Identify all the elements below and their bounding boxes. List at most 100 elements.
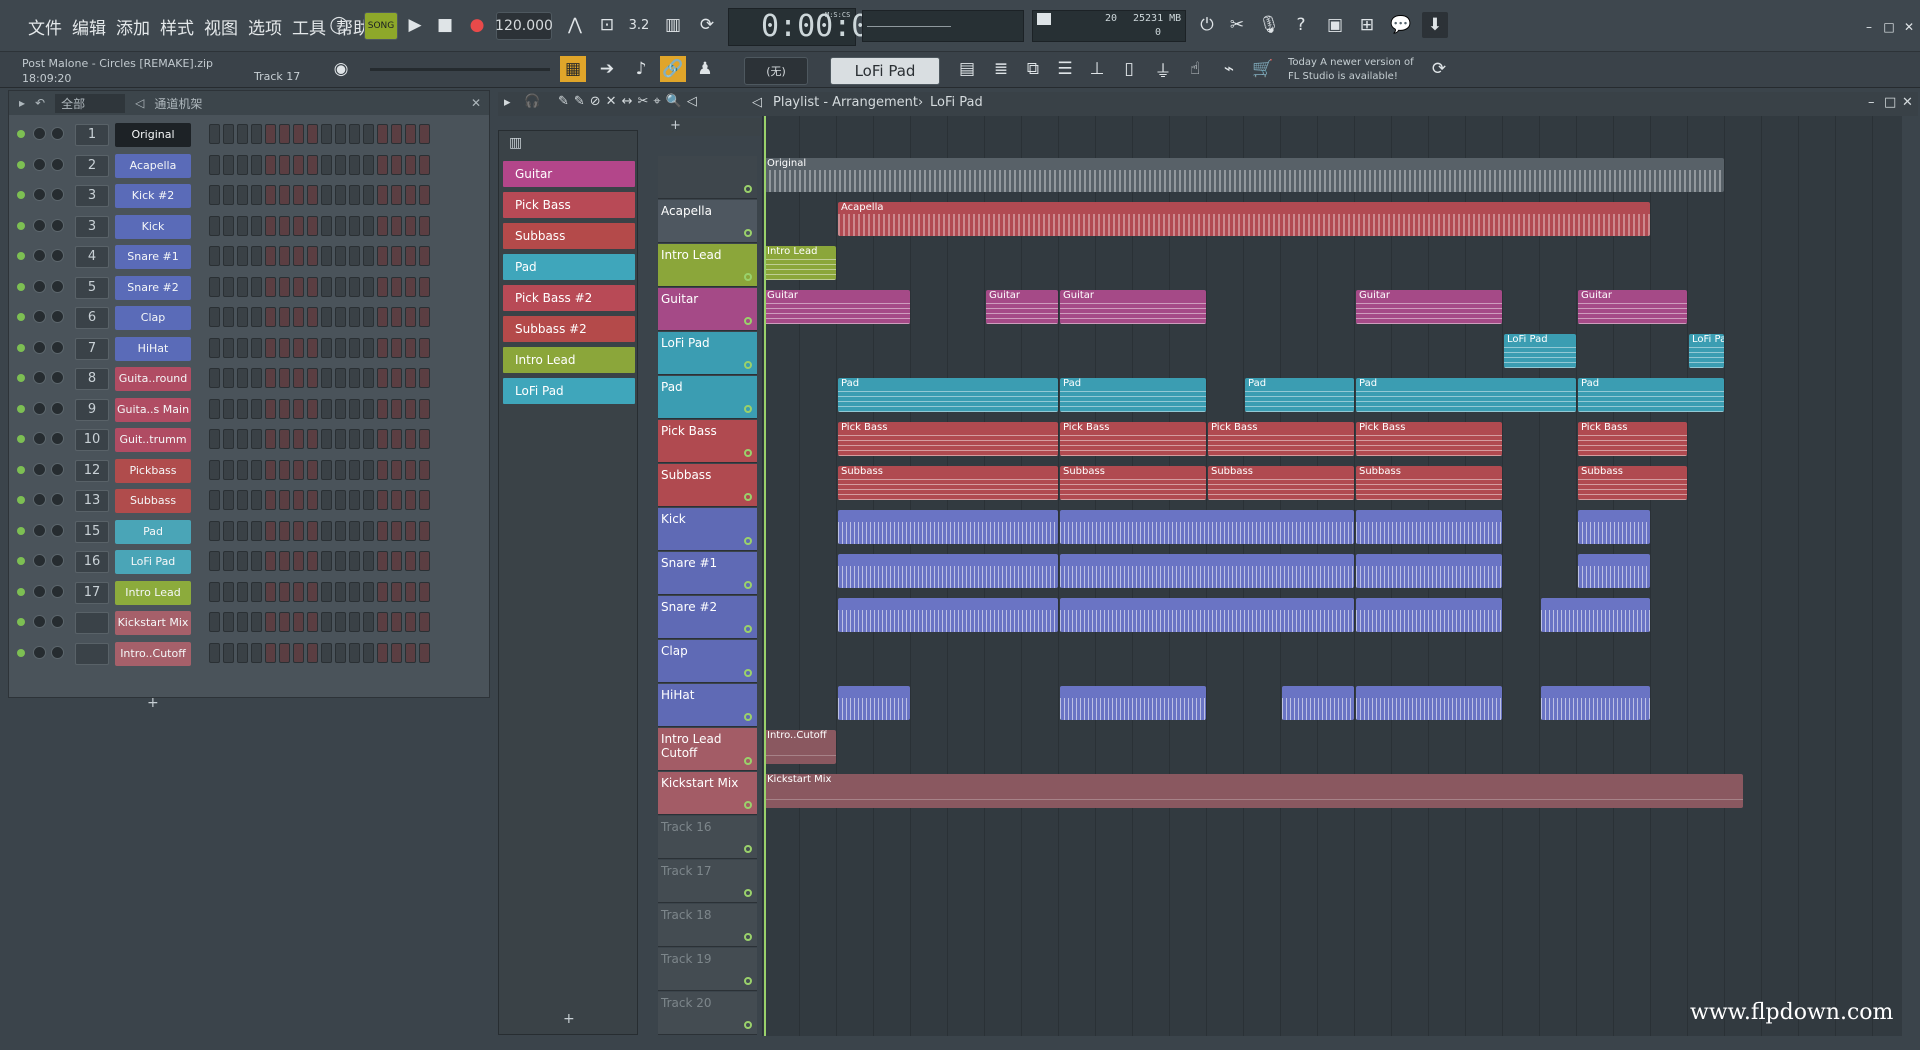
playlist-clip[interactable] bbox=[838, 554, 1058, 588]
step-button[interactable] bbox=[251, 581, 262, 602]
playlist-clip[interactable]: Original bbox=[764, 158, 1724, 192]
step-button[interactable] bbox=[237, 398, 248, 419]
menu-item[interactable]: 编辑 bbox=[72, 14, 106, 39]
channel-volume-knob[interactable] bbox=[33, 310, 46, 323]
step-button[interactable] bbox=[349, 459, 360, 480]
playlist-clip[interactable] bbox=[1356, 686, 1502, 720]
channel-row[interactable]: 8 Guita..round bbox=[9, 363, 489, 393]
browser-icon[interactable]: ♪ bbox=[628, 56, 654, 82]
step-button[interactable] bbox=[209, 154, 220, 175]
step-button[interactable] bbox=[223, 368, 234, 388]
step-button[interactable] bbox=[377, 246, 388, 266]
picker-pattern[interactable]: Subbass #2 bbox=[503, 316, 635, 342]
step-button[interactable] bbox=[279, 154, 290, 175]
step-button[interactable] bbox=[349, 124, 360, 144]
playlist-clip[interactable] bbox=[1060, 686, 1206, 720]
step-button[interactable] bbox=[335, 368, 346, 388]
step-button[interactable] bbox=[237, 124, 248, 144]
step-button[interactable] bbox=[307, 642, 318, 663]
step-button[interactable] bbox=[251, 154, 262, 175]
channel-row[interactable]: 3 Kick bbox=[9, 211, 489, 241]
channel-row[interactable]: 3 Kick #2 bbox=[9, 180, 489, 210]
step-button[interactable] bbox=[419, 429, 430, 449]
step-button[interactable] bbox=[321, 124, 332, 144]
step-button[interactable] bbox=[265, 459, 276, 480]
loop-record-icon[interactable]: ⟳ bbox=[694, 12, 720, 38]
channel-name-button[interactable]: Kick #2 bbox=[115, 184, 191, 208]
playlist-clip[interactable] bbox=[1060, 598, 1354, 632]
step-button[interactable] bbox=[321, 337, 332, 358]
step-button[interactable] bbox=[335, 642, 346, 663]
step-button[interactable] bbox=[391, 124, 402, 144]
step-button[interactable] bbox=[237, 368, 248, 388]
step-button[interactable] bbox=[223, 642, 234, 663]
step-button[interactable] bbox=[321, 246, 332, 266]
step-button[interactable] bbox=[363, 490, 374, 510]
step-button[interactable] bbox=[335, 307, 346, 327]
step-sequencer[interactable] bbox=[209, 124, 430, 144]
picker-pattern[interactable]: Subbass bbox=[503, 223, 635, 249]
play-icon[interactable]: ▶ bbox=[402, 12, 428, 38]
step-button[interactable] bbox=[391, 307, 402, 327]
track-mute-toggle[interactable] bbox=[744, 273, 752, 281]
step-button[interactable] bbox=[419, 398, 430, 419]
playlist-clip[interactable]: Guitar bbox=[764, 290, 910, 324]
step-button[interactable] bbox=[279, 185, 290, 205]
step-button[interactable] bbox=[377, 429, 388, 449]
track-mute-toggle[interactable] bbox=[744, 889, 752, 897]
step-button[interactable] bbox=[307, 398, 318, 419]
track-header[interactable]: Track 19 bbox=[658, 948, 757, 991]
step-sequencer-icon[interactable]: ≣ bbox=[988, 56, 1014, 82]
step-button[interactable] bbox=[363, 459, 374, 480]
step-button[interactable] bbox=[335, 124, 346, 144]
channel-pan-knob[interactable] bbox=[51, 462, 64, 476]
step-button[interactable] bbox=[279, 276, 290, 297]
step-button[interactable] bbox=[223, 154, 234, 175]
step-button[interactable] bbox=[349, 429, 360, 449]
stamp-icon[interactable]: ♟ bbox=[692, 56, 718, 82]
step-button[interactable] bbox=[419, 337, 430, 358]
playlist-clip[interactable]: Subbass bbox=[1356, 466, 1502, 500]
step-button[interactable] bbox=[251, 429, 262, 449]
step-button[interactable] bbox=[335, 551, 346, 571]
step-button[interactable] bbox=[293, 459, 304, 480]
step-sequencer[interactable] bbox=[209, 307, 430, 327]
playlist-clip[interactable]: Acapella bbox=[838, 202, 1650, 236]
step-button[interactable] bbox=[335, 246, 346, 266]
step-button[interactable] bbox=[237, 246, 248, 266]
update-notice[interactable]: Today A newer version of FL Studio is av… bbox=[1288, 56, 1414, 84]
step-button[interactable] bbox=[349, 368, 360, 388]
channel-mixer-track[interactable] bbox=[75, 612, 109, 634]
step-button[interactable] bbox=[293, 215, 304, 236]
step-button[interactable] bbox=[363, 612, 374, 632]
step-button[interactable] bbox=[251, 185, 262, 205]
step-sequencer[interactable] bbox=[209, 551, 430, 571]
playlist-clip[interactable]: Subbass bbox=[1208, 466, 1354, 500]
channel-mute-led[interactable] bbox=[17, 130, 25, 138]
step-button[interactable] bbox=[349, 246, 360, 266]
channel-row[interactable]: Kickstart Mix bbox=[9, 607, 489, 637]
step-button[interactable] bbox=[209, 429, 220, 449]
step-button[interactable] bbox=[265, 154, 276, 175]
step-button[interactable] bbox=[209, 185, 220, 205]
track-mute-toggle[interactable] bbox=[744, 625, 752, 633]
step-sequencer[interactable] bbox=[209, 368, 430, 388]
step-button[interactable] bbox=[405, 124, 416, 144]
step-button[interactable] bbox=[209, 612, 220, 632]
menu-item[interactable]: 文件 bbox=[28, 14, 62, 39]
menu-item[interactable]: 添加 bbox=[116, 14, 150, 39]
channel-mute-led[interactable] bbox=[17, 496, 25, 504]
track-mute-toggle[interactable] bbox=[744, 669, 752, 677]
step-button[interactable] bbox=[279, 459, 290, 480]
track-mute-toggle[interactable] bbox=[744, 185, 752, 193]
step-button[interactable] bbox=[391, 215, 402, 236]
channel-mixer-track[interactable]: 15 bbox=[75, 520, 109, 543]
save-icon[interactable]: ▣ bbox=[1322, 12, 1348, 38]
step-sequencer[interactable] bbox=[209, 276, 430, 297]
step-sequencer[interactable] bbox=[209, 337, 430, 358]
step-button[interactable] bbox=[377, 551, 388, 571]
track-header[interactable]: Subbass bbox=[658, 464, 757, 507]
channel-volume-knob[interactable] bbox=[33, 493, 46, 506]
step-button[interactable] bbox=[405, 185, 416, 205]
channel-mute-led[interactable] bbox=[17, 374, 25, 382]
